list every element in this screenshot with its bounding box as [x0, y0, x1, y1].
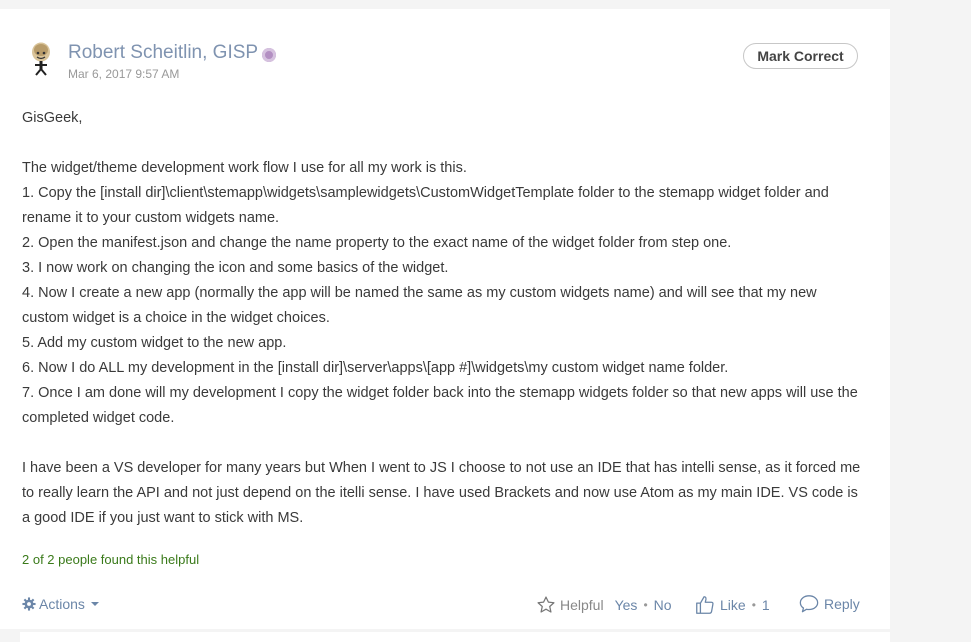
step-6: 6. Now I do ALL my development in the [i… [22, 360, 729, 376]
actions-label[interactable]: Actions [39, 596, 85, 612]
helpful-vote: Helpful Yes • No [536, 595, 672, 615]
rank-badge-icon [262, 48, 277, 62]
helpful-label: Helpful [560, 597, 604, 613]
post-intro: The widget/theme development work flow I… [22, 160, 467, 176]
like-count[interactable]: 1 [762, 597, 770, 613]
like-control[interactable]: Like • 1 [694, 594, 770, 616]
step-7: 7. Once I am done will my development I … [22, 385, 858, 426]
helpful-no-link[interactable]: No [654, 597, 672, 613]
separator-dot: • [643, 598, 648, 612]
post-greeting: GisGeek, [22, 110, 83, 126]
next-reply-card [20, 632, 890, 642]
gear-icon [22, 597, 36, 611]
step-3: 3. I now work on changing the icon and s… [22, 260, 449, 276]
helpful-yes-link[interactable]: Yes [615, 597, 638, 613]
step-2: 2. Open the manifest.json and change the… [22, 235, 732, 251]
actions-menu[interactable]: Actions [22, 596, 99, 612]
thumbs-up-icon[interactable] [694, 594, 716, 616]
chevron-down-icon [90, 602, 99, 606]
step-4: 4. Now I create a new app (normally the … [22, 285, 817, 326]
step-1: 1. Copy the [install dir]\client\stemapp… [22, 185, 829, 226]
post-date: Mar 6, 2017 9:57 AM [68, 67, 180, 81]
post-body: GisGeek, The widget/theme development wo… [22, 106, 862, 531]
mark-correct-button[interactable]: Mark Correct [743, 43, 858, 69]
separator-dot: • [751, 598, 756, 612]
post-closing: I have been a VS developer for many year… [22, 460, 861, 526]
reply-button[interactable]: Reply [798, 594, 860, 614]
author-name-text[interactable]: Robert Scheitlin, GISP [68, 42, 258, 64]
avatar[interactable] [26, 41, 54, 79]
helpful-count: 2 of 2 people found this helpful [22, 552, 200, 567]
star-icon[interactable] [536, 595, 556, 615]
reply-card: Robert Scheitlin, GISP Mar 6, 2017 9:57 … [0, 9, 890, 629]
author-name[interactable]: Robert Scheitlin, GISP [68, 42, 277, 64]
reply-label[interactable]: Reply [824, 596, 860, 612]
speech-bubble-icon[interactable] [798, 594, 820, 614]
step-5: 5. Add my custom widget to the new app. [22, 335, 287, 351]
like-label[interactable]: Like [720, 597, 746, 613]
